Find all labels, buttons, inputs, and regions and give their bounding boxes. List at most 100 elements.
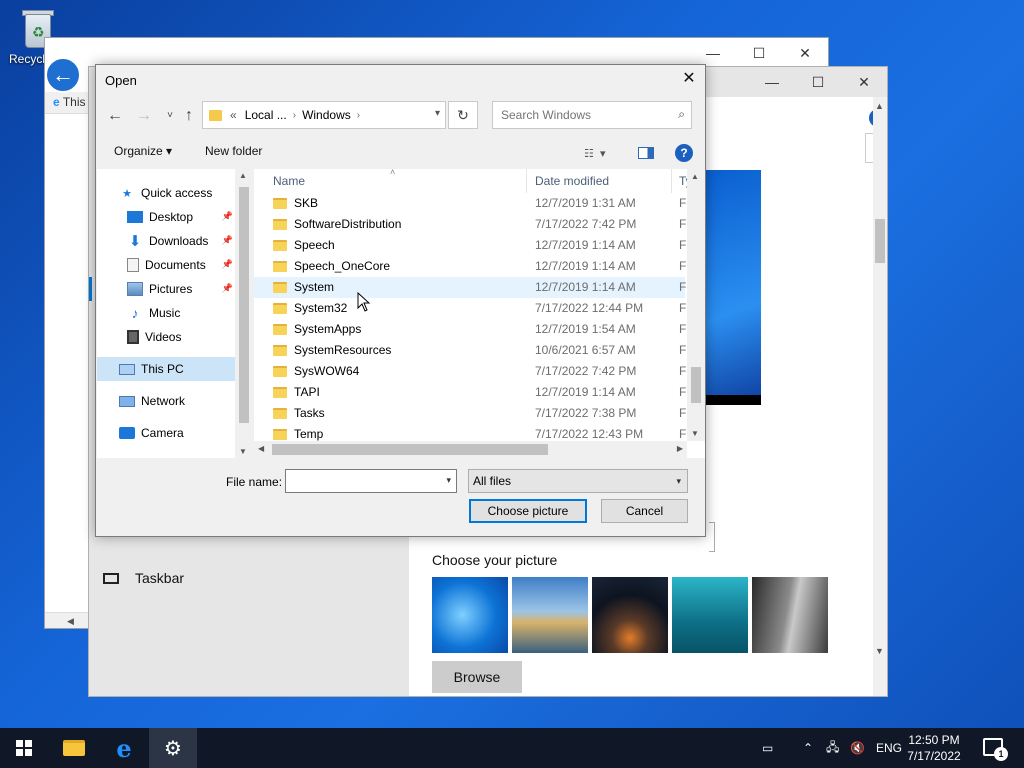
picture-thumbnail[interactable] xyxy=(512,577,588,653)
clock[interactable]: 12:50 PM 7/17/2022 xyxy=(904,732,964,764)
picture-thumbnail[interactable] xyxy=(752,577,828,653)
column-header-name[interactable]: Name xyxy=(273,169,305,193)
picture-thumbnail[interactable] xyxy=(672,577,748,653)
nav-scrollbar[interactable]: ▲ ▼ xyxy=(235,169,253,458)
dialog-title: Open xyxy=(105,73,137,88)
chevron-right-icon[interactable]: › xyxy=(293,110,296,121)
folder-icon xyxy=(273,324,287,335)
nav-item-desktop[interactable]: Desktop 📌 xyxy=(97,205,235,229)
ie-taskbar-button[interactable]: e xyxy=(100,728,148,768)
nav-item-documents[interactable]: Documents 📌 xyxy=(97,253,235,277)
videos-icon xyxy=(127,330,139,344)
file-row[interactable]: System32 7/17/2022 12:44 PM Fi xyxy=(254,298,689,319)
file-row[interactable]: Speech 12/7/2019 1:14 AM Fi xyxy=(254,235,689,256)
settings-scrollbar[interactable]: ▲ ▼ xyxy=(873,97,887,696)
close-icon[interactable]: ✕ xyxy=(782,38,828,68)
folder-icon xyxy=(273,198,287,209)
start-button[interactable] xyxy=(0,728,48,768)
close-icon[interactable]: ✕ xyxy=(841,67,887,97)
chevron-up-icon[interactable]: ⌃ xyxy=(803,728,813,768)
back-icon[interactable]: ← xyxy=(105,105,125,127)
language-indicator[interactable]: ENG xyxy=(876,728,902,768)
file-row[interactable]: Tasks 7/17/2022 7:38 PM Fi xyxy=(254,403,689,424)
breadcrumb-segment[interactable]: Windows xyxy=(302,108,351,122)
nav-item-pictures[interactable]: Pictures 📌 xyxy=(97,277,235,301)
sidebar-item-taskbar[interactable]: Taskbar xyxy=(103,570,184,586)
file-name: SystemApps xyxy=(294,322,362,336)
nav-item-network[interactable]: Network xyxy=(97,389,235,413)
cancel-button[interactable]: Cancel xyxy=(601,499,688,523)
file-row[interactable]: SysWOW64 7/17/2022 7:42 PM Fi xyxy=(254,361,689,382)
view-options-icon[interactable]: ☷ ▾ xyxy=(584,147,606,160)
back-arrow-icon[interactable]: ← xyxy=(45,57,81,93)
file-name-field[interactable]: ▾ xyxy=(285,469,457,493)
nav-item-music[interactable]: ♪ Music xyxy=(97,301,235,325)
notification-icon[interactable]: 1 xyxy=(983,738,1008,761)
chevron-right-icon[interactable]: › xyxy=(357,110,360,121)
network-status-icon[interactable]: 🖧 xyxy=(826,728,839,768)
file-row[interactable]: SystemResources 10/6/2021 6:57 AM Fi xyxy=(254,340,689,361)
search-input[interactable] xyxy=(499,103,669,127)
address-overflow[interactable]: « xyxy=(230,108,237,122)
nav-item-this-pc[interactable]: This PC xyxy=(97,357,235,381)
new-folder-button[interactable]: New folder xyxy=(205,144,262,158)
keyboard-icon[interactable]: ▭ xyxy=(762,728,773,768)
file-name-input[interactable] xyxy=(289,471,437,491)
column-header-date[interactable]: Date modified xyxy=(535,169,609,193)
nav-item-camera[interactable]: Camera xyxy=(97,421,235,445)
file-type-select[interactable]: All files ▾ xyxy=(468,469,688,493)
picture-thumbnails xyxy=(432,577,828,653)
pin-icon: 📌 xyxy=(221,211,233,221)
up-icon[interactable]: ↑ xyxy=(179,105,199,127)
folder-icon xyxy=(273,345,287,356)
network-icon xyxy=(119,395,135,407)
forward-icon[interactable]: → xyxy=(134,105,154,127)
file-list-vertical-scrollbar[interactable]: ▲ ▼ xyxy=(687,169,705,441)
browse-button[interactable]: Browse xyxy=(432,661,522,693)
preview-pane-icon[interactable] xyxy=(638,147,654,159)
nav-item-videos[interactable]: Videos xyxy=(97,325,235,349)
star-icon: ★ xyxy=(122,187,132,200)
chevron-down-icon[interactable]: ▾ xyxy=(446,475,451,486)
file-list: ˄ Name Date modified Ty SKB 12/7/2019 1:3… xyxy=(254,167,705,458)
folder-icon xyxy=(273,429,287,440)
background-preview xyxy=(705,170,761,405)
help-icon[interactable]: ? xyxy=(675,144,693,162)
address-bar[interactable]: « Local ... › Windows › ▾ xyxy=(202,101,446,129)
file-name: Speech xyxy=(294,238,335,252)
choose-picture-button[interactable]: Choose picture xyxy=(469,499,587,523)
volume-muted-icon[interactable]: 🔇 xyxy=(850,728,865,768)
file-row[interactable]: SystemApps 12/7/2019 1:54 AM Fi xyxy=(254,319,689,340)
file-row[interactable]: Speech_OneCore 12/7/2019 1:14 AM Fi xyxy=(254,256,689,277)
file-list-horizontal-scrollbar[interactable]: ◀ ▶ xyxy=(254,441,687,458)
file-name: SoftwareDistribution xyxy=(294,217,402,231)
folder-icon xyxy=(273,282,287,293)
refresh-icon[interactable]: ↻ xyxy=(448,101,478,129)
file-name: System xyxy=(294,280,335,294)
maximize-icon[interactable]: ☐ xyxy=(736,38,782,68)
search-box[interactable]: ⌕ xyxy=(492,101,692,129)
chevron-down-icon[interactable]: ˅ xyxy=(160,105,180,127)
file-row[interactable]: TAPI 12/7/2019 1:14 AM Fi xyxy=(254,382,689,403)
file-name: System32 xyxy=(294,301,348,315)
camera-icon xyxy=(119,427,135,439)
organize-button[interactable]: Organize ▾ xyxy=(114,144,172,158)
picture-thumbnail[interactable] xyxy=(432,577,508,653)
minimize-icon[interactable]: — xyxy=(749,67,795,97)
maximize-icon[interactable]: ☐ xyxy=(795,67,841,97)
file-row[interactable]: System 12/7/2019 1:14 AM Fi xyxy=(254,277,689,298)
nav-item-downloads[interactable]: ⬇ Downloads 📌 xyxy=(97,229,235,253)
file-row[interactable]: SoftwareDistribution 7/17/2022 7:42 PM Fi xyxy=(254,214,689,235)
file-name: Tasks xyxy=(294,406,325,420)
breadcrumb-segment[interactable]: Local ... xyxy=(245,108,287,122)
settings-taskbar-button[interactable]: ⚙ xyxy=(149,728,197,768)
folder-icon xyxy=(273,408,287,419)
chevron-down-icon[interactable]: ▾ xyxy=(435,108,440,119)
nav-item-quick-access[interactable]: ★ Quick access xyxy=(97,181,235,205)
ie-scrollbar[interactable]: ◀ xyxy=(45,612,89,628)
picture-thumbnail[interactable] xyxy=(592,577,668,653)
file-row[interactable]: SKB 12/7/2019 1:31 AM Fi xyxy=(254,193,689,214)
file-explorer-taskbar-button[interactable] xyxy=(50,728,98,768)
mouse-cursor-icon xyxy=(357,292,371,312)
close-icon[interactable]: ✕ xyxy=(679,69,699,89)
